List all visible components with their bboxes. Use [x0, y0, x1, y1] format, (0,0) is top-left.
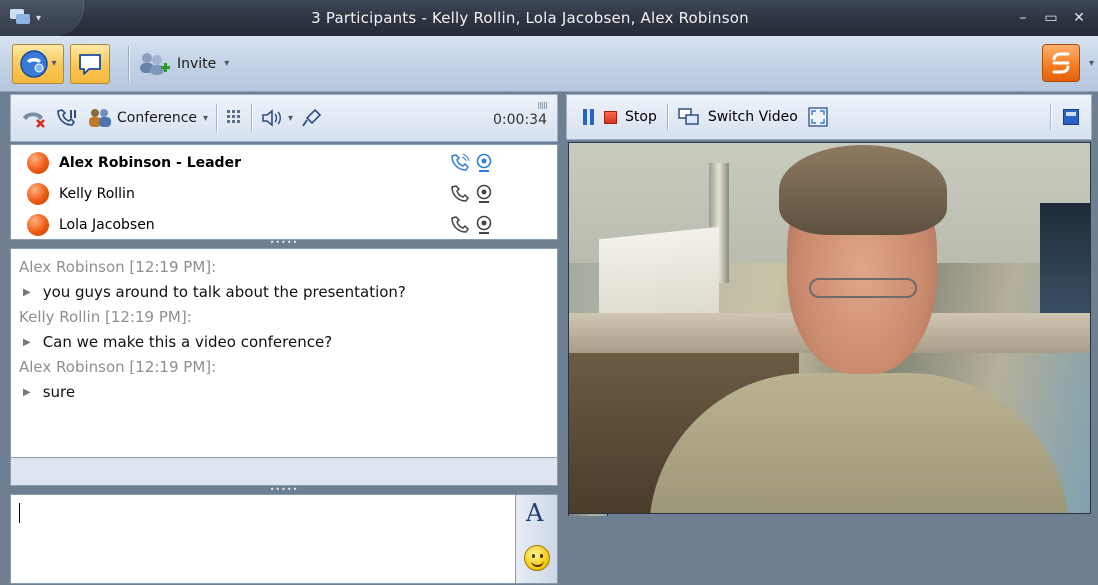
call-icon: [19, 49, 49, 79]
close-button[interactable]: ✕: [1072, 10, 1086, 26]
participant-name: Kelly Rollin: [59, 185, 135, 202]
webcam-icon: [475, 153, 493, 173]
toolbar-separator: [216, 104, 218, 132]
speaker-icon: [260, 108, 282, 128]
microphone-icon[interactable]: [301, 107, 323, 129]
invite-dropdown-icon: ▾: [224, 58, 230, 69]
participant-row[interactable]: Alex Robinson - Leader: [11, 147, 557, 178]
message-item: ▶ sure: [19, 380, 557, 405]
phone-icon: [449, 215, 471, 235]
title-bar: ▾ 3 Participants - Kelly Rollin, Lola Ja…: [0, 0, 1098, 36]
conference-dropdown-icon: ▾: [203, 112, 209, 124]
invite-button[interactable]: Invite ▾: [137, 50, 229, 78]
webcam-icon: [475, 184, 493, 204]
message-sender: Alex Robinson [12:19 PM]:: [19, 258, 217, 276]
conference-label: Conference: [117, 110, 198, 126]
maximize-button[interactable]: ▭: [1044, 10, 1058, 26]
format-sidebar: A: [516, 494, 558, 584]
chat-history: Alex Robinson [12:19 PM]: ▶ you guys arou…: [10, 248, 558, 458]
call-timer: IIIII 0:00:34: [493, 101, 548, 128]
video-background: [1040, 203, 1090, 323]
conference-button[interactable]: Conference ▾: [87, 107, 208, 129]
call-duration: 0:00:34: [493, 112, 547, 128]
minimize-button[interactable]: –: [1016, 10, 1030, 26]
resize-grip[interactable]: •••••: [10, 239, 558, 247]
app-menu-button[interactable]: ▾: [0, 0, 84, 36]
dialpad-icon[interactable]: [225, 108, 243, 128]
message-item: ▶ you guys around to talk about the prese…: [19, 280, 557, 305]
app-chat-icon: [10, 9, 32, 27]
call-dropdown-icon[interactable]: ▾: [51, 58, 56, 69]
video-participant: [779, 145, 947, 235]
switch-video-icon: [678, 108, 700, 126]
participant-row[interactable]: Lola Jacobsen: [11, 209, 557, 240]
participant-name: Alex Robinson - Leader: [59, 154, 241, 171]
message-text: you guys around to talk about the presen…: [42, 283, 406, 301]
app-menu-dropdown-icon: ▾: [36, 12, 42, 24]
speaker-volume-button[interactable]: ▾: [260, 108, 293, 128]
brand-dropdown-icon[interactable]: ▾: [1089, 58, 1094, 69]
conversation-panel: Conference ▾ ▾ IIIII 0:00:34 Alex Robins…: [0, 92, 560, 585]
message-sender: Kelly Rollin [12:19 PM]:: [19, 308, 192, 326]
participant-list: Alex Robinson - Leader Kelly Rollin Lola…: [10, 144, 558, 240]
brand-logo-icon: [1048, 50, 1074, 76]
brand-menu-button[interactable]: [1042, 44, 1080, 82]
resize-grip[interactable]: •••••: [10, 486, 558, 494]
participant-row[interactable]: Kelly Rollin: [11, 178, 557, 209]
call-toolbar: Conference ▾ ▾ IIIII 0:00:34: [10, 94, 558, 142]
message-input[interactable]: [10, 494, 516, 584]
video-panel-background: [566, 516, 1098, 585]
expand-arrow-icon[interactable]: ▶: [23, 330, 31, 355]
phone-active-icon: [449, 153, 471, 173]
toolbar-separator: [251, 104, 253, 132]
video-toolbar: Stop Switch Video: [566, 94, 1092, 140]
presence-status-icon: [27, 182, 49, 205]
invite-label: Invite: [177, 55, 217, 72]
message-text: sure: [42, 383, 76, 401]
signal-strength-icon: IIIII: [537, 101, 548, 112]
chat-button[interactable]: [70, 43, 110, 84]
font-icon[interactable]: A: [526, 499, 543, 527]
phone-icon: [449, 184, 471, 204]
toolbar-separator: [666, 104, 668, 130]
chat-bubble-icon: [77, 52, 103, 76]
hold-call-icon[interactable]: [55, 107, 79, 129]
invite-people-icon: [137, 50, 171, 78]
window-title: 3 Participants - Kelly Rollin, Lola Jaco…: [311, 9, 749, 27]
toolbar-separator: [1050, 104, 1051, 130]
expand-arrow-icon[interactable]: ▶: [23, 280, 31, 305]
speaker-dropdown-icon: ▾: [288, 112, 294, 124]
pause-icon[interactable]: [583, 109, 594, 125]
emoticon-icon[interactable]: [524, 545, 550, 571]
chat-history-footer: [10, 458, 558, 486]
call-button[interactable]: ▾: [12, 43, 64, 84]
message-sender: Alex Robinson [12:19 PM]:: [19, 358, 217, 376]
stop-video-button[interactable]: Stop: [604, 109, 657, 125]
message-text: Can we make this a video conference?: [42, 333, 333, 351]
text-caret: [19, 503, 20, 523]
participant-name: Lola Jacobsen: [59, 216, 155, 233]
message-item: ▶ Can we make this a video conference?: [19, 330, 557, 355]
webcam-icon: [475, 215, 493, 235]
presence-status-icon: [27, 213, 49, 236]
fullscreen-icon[interactable]: [808, 107, 828, 127]
picture-in-picture-icon[interactable]: [1063, 109, 1079, 125]
video-participant: [809, 278, 917, 298]
main-toolbar: ▾ Invite ▾ ▾: [0, 36, 1098, 550]
toolbar-separator: [128, 45, 129, 82]
presence-status-icon: [27, 151, 49, 174]
expand-arrow-icon[interactable]: ▶: [23, 380, 31, 405]
hangup-icon[interactable]: [21, 107, 47, 129]
stop-label: Stop: [625, 109, 657, 125]
video-feed: [568, 142, 1091, 514]
conference-icon: [87, 107, 113, 129]
switch-video-button[interactable]: Switch Video: [678, 108, 798, 126]
stop-icon: [604, 110, 617, 124]
switch-video-label: Switch Video: [707, 109, 798, 125]
